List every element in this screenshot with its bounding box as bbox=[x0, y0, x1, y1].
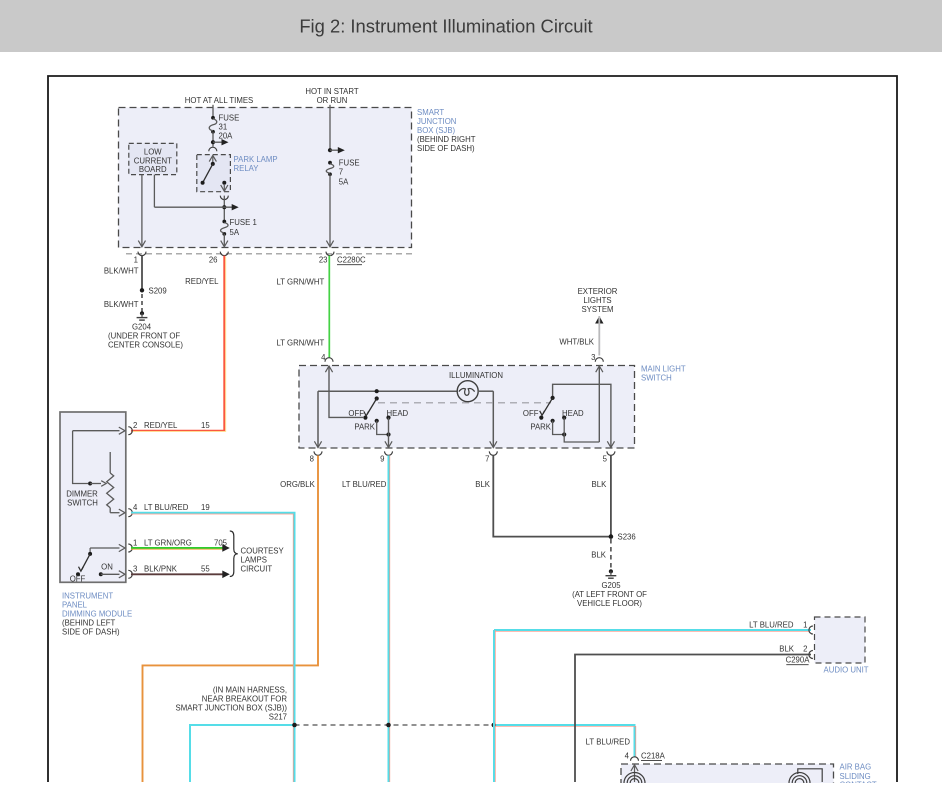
svg-text:BLK: BLK bbox=[592, 480, 608, 489]
svg-text:SWITCH: SWITCH bbox=[641, 374, 672, 383]
svg-text:SWITCH: SWITCH bbox=[67, 498, 98, 507]
svg-text:3: 3 bbox=[591, 353, 595, 362]
svg-text:3: 3 bbox=[133, 565, 137, 574]
svg-text:5A: 5A bbox=[339, 177, 349, 186]
svg-text:EXTERIOR: EXTERIOR bbox=[578, 287, 618, 296]
svg-text:MAIN LIGHT: MAIN LIGHT bbox=[641, 365, 686, 374]
svg-text:ILLUMINATION: ILLUMINATION bbox=[449, 371, 503, 380]
svg-text:LT GRN/WHT: LT GRN/WHT bbox=[277, 278, 325, 287]
svg-text:20A: 20A bbox=[219, 132, 234, 141]
svg-text:5: 5 bbox=[603, 454, 608, 463]
svg-text:(UNDER FRONT OF: (UNDER FRONT OF bbox=[108, 332, 180, 341]
svg-text:NEAR BREAKOUT FOR: NEAR BREAKOUT FOR bbox=[202, 695, 288, 704]
svg-text:LAMPS: LAMPS bbox=[241, 556, 267, 565]
svg-text:BOARD: BOARD bbox=[139, 165, 167, 174]
svg-text:ON: ON bbox=[101, 562, 113, 571]
svg-text:CIRCUIT: CIRCUIT bbox=[241, 565, 273, 574]
svg-text:LT BLU/RED: LT BLU/RED bbox=[342, 480, 387, 489]
svg-text:OR RUN: OR RUN bbox=[317, 96, 348, 105]
svg-text:HOT IN START: HOT IN START bbox=[305, 87, 359, 96]
svg-text:55: 55 bbox=[201, 565, 210, 574]
svg-text:7: 7 bbox=[339, 168, 343, 177]
svg-text:LT BLU/RED: LT BLU/RED bbox=[749, 620, 794, 629]
svg-text:BLK: BLK bbox=[779, 645, 795, 654]
svg-text:SIDE OF DASH): SIDE OF DASH) bbox=[417, 144, 475, 153]
svg-text:LT GRN/WHT: LT GRN/WHT bbox=[277, 339, 325, 348]
svg-text:23: 23 bbox=[319, 256, 328, 265]
svg-text:PARK LAMP: PARK LAMP bbox=[234, 155, 278, 164]
svg-text:DIMMING MODULE: DIMMING MODULE bbox=[62, 610, 132, 619]
svg-text:7: 7 bbox=[485, 454, 489, 463]
svg-text:PANEL: PANEL bbox=[62, 601, 88, 610]
svg-text:1: 1 bbox=[133, 539, 137, 548]
svg-text:PARK: PARK bbox=[354, 423, 375, 432]
svg-text:26: 26 bbox=[209, 256, 218, 265]
svg-text:15: 15 bbox=[201, 421, 210, 430]
svg-text:8: 8 bbox=[310, 454, 314, 463]
svg-text:CURRENT: CURRENT bbox=[134, 156, 172, 165]
svg-text:1: 1 bbox=[803, 620, 807, 629]
svg-text:BOX (SJB): BOX (SJB) bbox=[417, 126, 456, 135]
svg-text:FUSE 1: FUSE 1 bbox=[230, 218, 257, 227]
svg-text:C218A: C218A bbox=[641, 751, 666, 760]
svg-text:19: 19 bbox=[201, 503, 210, 512]
svg-text:BLK: BLK bbox=[475, 480, 491, 489]
svg-text:S209: S209 bbox=[149, 286, 167, 295]
svg-text:LIGHTS: LIGHTS bbox=[583, 296, 611, 305]
svg-text:COURTESY: COURTESY bbox=[241, 547, 285, 556]
svg-text:SLIDING: SLIDING bbox=[840, 772, 871, 781]
svg-text:RED/YEL: RED/YEL bbox=[144, 421, 178, 430]
svg-text:FUSE: FUSE bbox=[339, 159, 360, 168]
svg-text:FUSE: FUSE bbox=[219, 114, 240, 123]
svg-text:C290A: C290A bbox=[786, 656, 811, 665]
svg-text:(IN MAIN HARNESS,: (IN MAIN HARNESS, bbox=[213, 686, 287, 695]
svg-text:4: 4 bbox=[321, 353, 326, 362]
svg-text:4: 4 bbox=[133, 503, 138, 512]
svg-text:AIR BAG: AIR BAG bbox=[840, 763, 872, 772]
svg-text:INSTRUMENT: INSTRUMENT bbox=[62, 592, 113, 601]
svg-text:S217: S217 bbox=[269, 713, 287, 722]
svg-text:SIDE OF DASH): SIDE OF DASH) bbox=[62, 628, 120, 637]
svg-text:31: 31 bbox=[219, 123, 228, 132]
svg-text:ORG/BLK: ORG/BLK bbox=[280, 480, 315, 489]
svg-text:2: 2 bbox=[133, 421, 137, 430]
svg-text:BLK/PNK: BLK/PNK bbox=[144, 565, 178, 574]
svg-text:SMART JUNCTION BOX (SJB)): SMART JUNCTION BOX (SJB)) bbox=[176, 704, 288, 713]
svg-text:DIMMER: DIMMER bbox=[66, 489, 98, 498]
svg-text:9: 9 bbox=[380, 454, 384, 463]
svg-text:SMART: SMART bbox=[417, 108, 444, 117]
svg-text:LT BLU/RED: LT BLU/RED bbox=[586, 737, 631, 746]
svg-text:G205: G205 bbox=[601, 581, 621, 590]
svg-text:VEHICLE FLOOR): VEHICLE FLOOR) bbox=[577, 599, 642, 608]
svg-text:RED/YEL: RED/YEL bbox=[185, 277, 219, 286]
svg-text:Fig 2: Instrument Illumination: Fig 2: Instrument Illumination Circuit bbox=[299, 16, 592, 37]
svg-text:WHT/BLK: WHT/BLK bbox=[559, 338, 594, 347]
svg-text:JUNCTION: JUNCTION bbox=[417, 117, 456, 126]
svg-text:OFF: OFF bbox=[348, 409, 364, 418]
svg-text:BLK/WHT: BLK/WHT bbox=[104, 300, 139, 309]
svg-text:BLK/WHT: BLK/WHT bbox=[104, 267, 139, 276]
svg-text:PARK: PARK bbox=[530, 423, 551, 432]
svg-text:HOT AT ALL TIMES: HOT AT ALL TIMES bbox=[185, 96, 253, 105]
svg-text:(BEHIND RIGHT: (BEHIND RIGHT bbox=[417, 135, 476, 144]
svg-text:LT BLU/RED: LT BLU/RED bbox=[144, 503, 189, 512]
svg-text:BLK: BLK bbox=[591, 551, 607, 560]
svg-text:AUDIO UNIT: AUDIO UNIT bbox=[824, 666, 869, 675]
svg-text:CENTER CONSOLE): CENTER CONSOLE) bbox=[108, 341, 183, 350]
svg-text:G204: G204 bbox=[132, 323, 152, 332]
svg-text:5A: 5A bbox=[230, 228, 240, 237]
svg-text:LOW: LOW bbox=[144, 148, 162, 157]
svg-text:2: 2 bbox=[803, 645, 807, 654]
svg-text:C2280C: C2280C bbox=[337, 256, 366, 265]
svg-text:LT GRN/ORG: LT GRN/ORG bbox=[144, 539, 192, 548]
svg-text:OFF: OFF bbox=[523, 409, 539, 418]
svg-text:(AT LEFT FRONT OF: (AT LEFT FRONT OF bbox=[572, 590, 647, 599]
svg-text:RELAY: RELAY bbox=[234, 164, 260, 173]
svg-text:1: 1 bbox=[134, 256, 138, 265]
svg-text:SYSTEM: SYSTEM bbox=[581, 305, 613, 314]
svg-text:OFF: OFF bbox=[70, 574, 86, 583]
svg-text:4: 4 bbox=[625, 751, 630, 760]
svg-text:(BEHIND LEFT: (BEHIND LEFT bbox=[62, 619, 116, 628]
svg-text:S236: S236 bbox=[618, 532, 636, 541]
